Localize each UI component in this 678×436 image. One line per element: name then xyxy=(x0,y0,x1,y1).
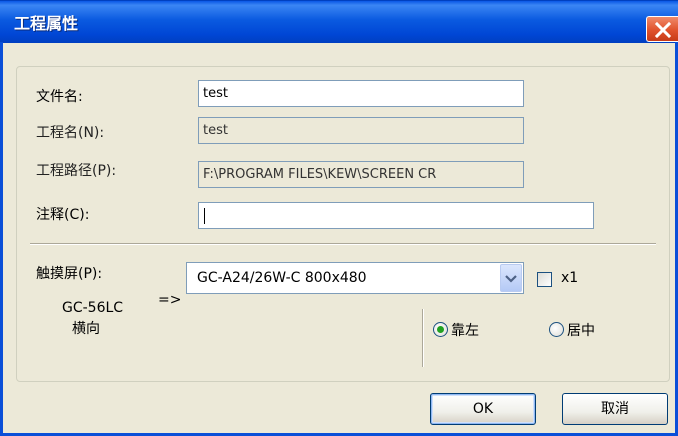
text-caret xyxy=(204,207,205,224)
comment-input[interactable] xyxy=(198,202,594,229)
vertical-divider xyxy=(422,309,424,367)
chevron-down-icon xyxy=(505,275,517,283)
align-left-radio[interactable] xyxy=(433,322,448,337)
project-path-label: 工程路径(P): xyxy=(36,163,117,179)
title-bar: 工程属性 xyxy=(0,0,678,43)
dropdown-button[interactable] xyxy=(500,264,522,292)
comment-label: 注释(C): xyxy=(36,207,90,223)
x1-label: x1 xyxy=(561,270,579,286)
dialog-title: 工程属性 xyxy=(14,14,79,33)
file-name-input[interactable]: test xyxy=(198,80,524,107)
window-frame-left xyxy=(0,42,3,436)
radio-selected-dot xyxy=(437,326,444,333)
orientation-text: 横向 xyxy=(72,321,100,337)
touchscreen-label: 触摸屏(P): xyxy=(36,266,103,282)
align-center-label: 居中 xyxy=(567,323,595,339)
separator xyxy=(30,243,656,245)
project-name-label: 工程名(N): xyxy=(36,125,105,141)
cancel-button[interactable]: 取消 xyxy=(562,393,668,425)
align-left-label: 靠左 xyxy=(451,323,479,339)
touchscreen-select[interactable]: GC-A24/26W-C 800x480 xyxy=(186,262,524,294)
align-center-radio[interactable] xyxy=(549,322,564,337)
ok-button[interactable]: OK xyxy=(430,393,536,425)
model-name: GC-56LC xyxy=(62,300,124,316)
arrow-text: => xyxy=(158,292,182,308)
x1-checkbox[interactable] xyxy=(537,272,552,287)
project-path-field: F:\PROGRAM FILES\KEW\SCREEN CR xyxy=(198,161,524,188)
close-button[interactable] xyxy=(646,16,678,42)
touchscreen-selected-value: GC-A24/26W-C 800x480 xyxy=(197,270,367,286)
file-name-label: 文件名: xyxy=(36,89,83,105)
close-icon xyxy=(655,22,671,38)
project-name-field: test xyxy=(198,117,524,144)
